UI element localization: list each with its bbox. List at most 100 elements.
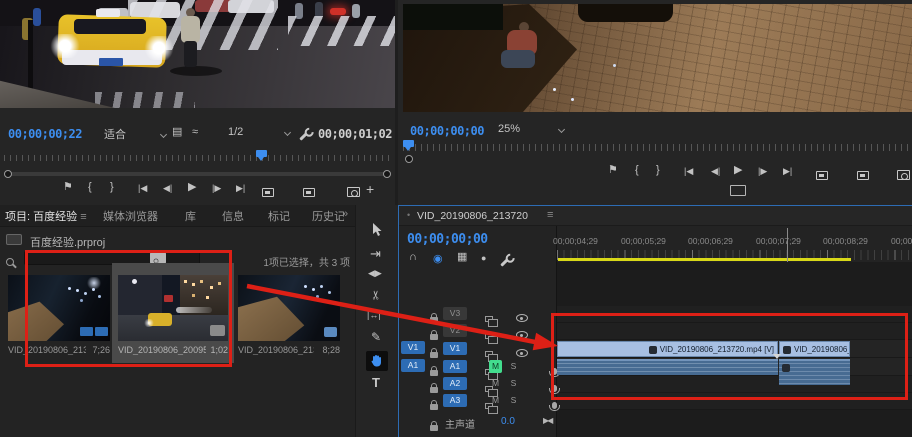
zoom-level-select[interactable]: 25%: [498, 123, 564, 135]
sync-lock-icon[interactable]: [485, 351, 493, 357]
source-zoom-scrollbar[interactable]: [4, 168, 391, 180]
track-target-a1[interactable]: A1: [443, 360, 467, 373]
track-select-tool-icon[interactable]: ⇥: [370, 247, 381, 260]
track-target-a2[interactable]: A2: [443, 377, 467, 390]
goto-out-icon[interactable]: ▶|: [236, 184, 245, 193]
settings-wrench-icon[interactable]: [299, 132, 307, 140]
step-back-icon[interactable]: ◀|: [711, 167, 720, 176]
project-item-2-selected[interactable]: VID_20190806_200953_ 1;02: [112, 263, 234, 363]
lock-icon[interactable]: [430, 404, 438, 410]
nested-sequence-icon[interactable]: ▦: [457, 252, 467, 263]
track-target-a3[interactable]: A3: [443, 394, 467, 407]
mark-in-icon[interactable]: {: [88, 182, 92, 193]
sequence-tab-title[interactable]: VID_20190806_213720: [417, 210, 528, 222]
mark-in-icon[interactable]: {: [635, 165, 639, 176]
track-output-eye-icon[interactable]: [516, 314, 528, 322]
program-time-ruler[interactable]: [403, 140, 912, 152]
program-video-frame[interactable]: [403, 4, 912, 112]
tab-libraries[interactable]: 库: [185, 208, 196, 224]
voiceover-mic-icon[interactable]: [552, 385, 557, 392]
work-area-bar[interactable]: [558, 258, 851, 261]
panel-menu-icon[interactable]: ≡: [80, 211, 86, 223]
video-clip-2[interactable]: VID_20190806_20: [779, 341, 850, 357]
mark-out-icon[interactable]: }: [110, 182, 114, 193]
video-clip-1[interactable]: VID_20190806_213720.mp4 [V]: [557, 341, 778, 357]
solo-button-a3[interactable]: S: [507, 394, 520, 407]
solo-button-a2[interactable]: S: [507, 377, 520, 390]
export-frame-icon[interactable]: [347, 187, 360, 197]
add-marker-icon[interactable]: ⚑: [608, 165, 618, 176]
play-icon[interactable]: ▶: [188, 182, 196, 193]
razor-tool-icon[interactable]: ✂: [370, 290, 382, 300]
type-tool-icon[interactable]: T: [372, 375, 380, 390]
timeline-ruler[interactable]: 00;00;04;29 00;00;05;29 00;00;06;29 00;0…: [557, 226, 912, 262]
hand-tool-active[interactable]: [366, 351, 388, 371]
play-icon[interactable]: ▶: [734, 165, 742, 176]
tab-history[interactable]: 历史记: [312, 208, 344, 224]
solo-button-a1[interactable]: S: [507, 360, 520, 373]
overwrite-icon[interactable]: [303, 188, 315, 197]
goto-out-icon[interactable]: ▶|: [783, 167, 792, 176]
source-time-ruler[interactable]: [4, 150, 391, 162]
linked-selection-icon[interactable]: ◉: [433, 252, 443, 265]
tab-info[interactable]: 信息: [222, 208, 244, 224]
slip-tool-icon[interactable]: |↔|: [367, 311, 381, 320]
add-marker-icon[interactable]: ●: [481, 254, 486, 263]
sync-lock-icon[interactable]: [485, 333, 493, 339]
mute-button-a3[interactable]: M: [489, 394, 502, 407]
drag-video-icon[interactable]: ▤: [172, 127, 182, 138]
source-video-frame[interactable]: [0, 0, 395, 108]
tab-media-browser[interactable]: 媒体浏览器: [103, 208, 158, 224]
ripple-edit-tool-icon[interactable]: ◀▶: [368, 269, 382, 278]
step-forward-icon[interactable]: |▶: [758, 167, 767, 176]
step-forward-icon[interactable]: |▶: [212, 184, 221, 193]
track-output-eye-icon[interactable]: [516, 331, 528, 339]
track-target-v1[interactable]: V1: [443, 342, 467, 355]
snap-icon[interactable]: ∩: [409, 252, 417, 263]
resolution-select[interactable]: 1/2: [228, 126, 290, 138]
step-back-icon[interactable]: ◀|: [163, 184, 172, 193]
track-target-v2[interactable]: V2: [443, 324, 467, 337]
source-patch-audio[interactable]: A1: [401, 359, 425, 372]
tab-overflow-icon[interactable]: »: [342, 208, 348, 220]
master-level-value[interactable]: 0.0: [501, 416, 515, 427]
export-frame-icon[interactable]: [897, 170, 910, 180]
sync-lock-icon[interactable]: [485, 316, 493, 322]
drag-audio-icon[interactable]: ≈: [192, 127, 198, 138]
project-item-1[interactable]: VID_20190806_213720_ 7;26: [8, 267, 110, 361]
mute-button-a2[interactable]: M: [489, 377, 502, 390]
source-playhead[interactable]: [256, 150, 267, 157]
button-editor-plus-icon[interactable]: +: [366, 182, 374, 196]
timeline-timecode[interactable]: 00;00;00;00: [407, 232, 488, 247]
pen-tool-icon[interactable]: ✎: [371, 331, 381, 343]
project-file-row[interactable]: 百度经验.prproj: [0, 231, 355, 249]
tab-markers[interactable]: 标记: [268, 208, 290, 224]
track-target-v3[interactable]: V3: [443, 307, 467, 320]
add-marker-icon[interactable]: ⚑: [63, 182, 73, 193]
goto-in-icon[interactable]: |◀: [138, 184, 147, 193]
goto-in-icon[interactable]: |◀: [684, 167, 693, 176]
mark-out-icon[interactable]: }: [656, 165, 660, 176]
timeline-settings-icon[interactable]: [500, 258, 508, 266]
lock-icon[interactable]: [430, 425, 438, 431]
program-playhead[interactable]: [403, 140, 414, 147]
track-output-eye-icon[interactable]: [516, 349, 528, 357]
zoom-handle-left[interactable]: [4, 170, 12, 178]
extract-icon[interactable]: [857, 171, 869, 180]
panel-menu-icon[interactable]: ≡: [547, 209, 553, 221]
mute-button-a1[interactable]: M: [489, 360, 502, 373]
fit-sequence-icon[interactable]: ▶◀: [543, 416, 551, 425]
voiceover-mic-icon[interactable]: [552, 402, 557, 409]
program-zoom-handle[interactable]: [405, 155, 413, 163]
zoom-handle-right[interactable]: [383, 170, 391, 178]
source-patch-video[interactable]: V1: [401, 341, 425, 354]
playhead-line[interactable]: [787, 228, 788, 262]
project-item-3[interactable]: VID_20190806_213720 8;28: [238, 267, 340, 361]
audio-clip-2[interactable]: [779, 359, 850, 385]
selection-tool-icon[interactable]: [371, 223, 383, 237]
lift-icon[interactable]: [816, 171, 828, 180]
tab-project[interactable]: 项目: 百度经验 ≡: [5, 208, 87, 224]
audio-clip-1[interactable]: [557, 359, 778, 375]
comparison-button[interactable]: [730, 185, 746, 196]
fit-select[interactable]: 适合: [104, 126, 166, 142]
